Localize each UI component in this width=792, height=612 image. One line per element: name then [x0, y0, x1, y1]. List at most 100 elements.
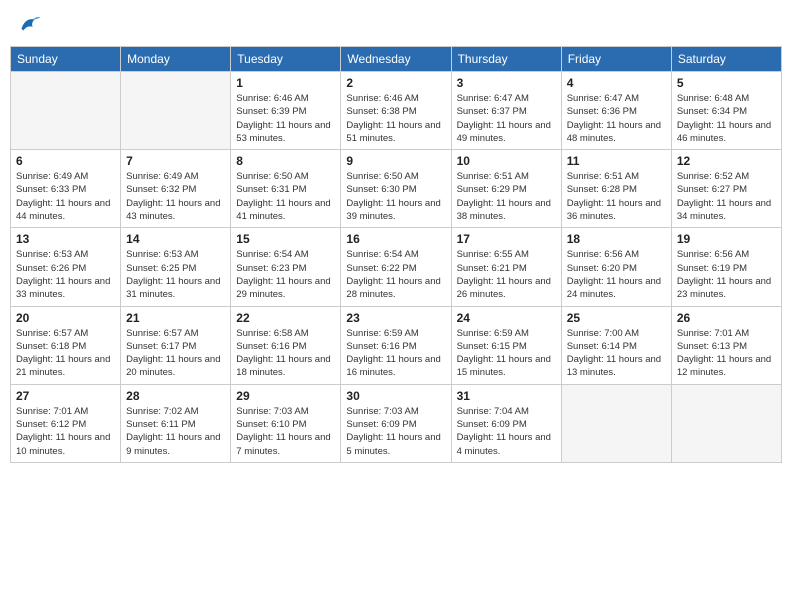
calendar-day-cell: 24 Sunrise: 6:59 AMSunset: 6:15 PMDayligh… — [451, 306, 561, 384]
day-number: 20 — [16, 311, 115, 325]
calendar-day-cell: 2 Sunrise: 6:46 AMSunset: 6:38 PMDaylight… — [341, 72, 451, 150]
day-number: 28 — [126, 389, 225, 403]
day-info: Sunrise: 6:53 AMSunset: 6:25 PMDaylight:… — [126, 248, 225, 301]
day-number: 13 — [16, 232, 115, 246]
day-number: 22 — [236, 311, 335, 325]
calendar-day-cell: 27 Sunrise: 7:01 AMSunset: 6:12 PMDayligh… — [11, 384, 121, 462]
day-number: 27 — [16, 389, 115, 403]
calendar-week-row: 6 Sunrise: 6:49 AMSunset: 6:33 PMDaylight… — [11, 150, 782, 228]
calendar-day-cell: 14 Sunrise: 6:53 AMSunset: 6:25 PMDayligh… — [121, 228, 231, 306]
logo-bird-icon — [14, 10, 42, 38]
day-info: Sunrise: 7:01 AMSunset: 6:12 PMDaylight:… — [16, 405, 115, 458]
calendar-day-cell: 25Sunrise: 7:00 AMSunset: 6:14 PMDayligh… — [561, 306, 671, 384]
calendar-week-row: 13 Sunrise: 6:53 AMSunset: 6:26 PMDayligh… — [11, 228, 782, 306]
day-number: 24 — [457, 311, 556, 325]
calendar-day-cell: 9 Sunrise: 6:50 AMSunset: 6:30 PMDaylight… — [341, 150, 451, 228]
calendar-day-cell: 15 Sunrise: 6:54 AMSunset: 6:23 PMDayligh… — [231, 228, 341, 306]
calendar-day-cell: 17 Sunrise: 6:55 AMSunset: 6:21 PMDayligh… — [451, 228, 561, 306]
day-number: 14 — [126, 232, 225, 246]
calendar-day-cell — [671, 384, 781, 462]
calendar-day-header: Thursday — [451, 47, 561, 72]
day-info: Sunrise: 6:50 AMSunset: 6:31 PMDaylight:… — [236, 170, 335, 223]
calendar-day-cell: 30 Sunrise: 7:03 AMSunset: 6:09 PMDayligh… — [341, 384, 451, 462]
calendar-week-row: 1 Sunrise: 6:46 AMSunset: 6:39 PMDaylight… — [11, 72, 782, 150]
day-info: Sunrise: 6:56 AMSunset: 6:20 PMDaylight:… — [567, 248, 666, 301]
day-info: Sunrise: 7:04 AMSunset: 6:09 PMDaylight:… — [457, 405, 556, 458]
day-info: Sunrise: 6:54 AMSunset: 6:23 PMDaylight:… — [236, 248, 335, 301]
calendar-day-header: Sunday — [11, 47, 121, 72]
calendar-week-row: 20Sunrise: 6:57 AMSunset: 6:18 PMDayligh… — [11, 306, 782, 384]
calendar-day-cell — [11, 72, 121, 150]
calendar-day-cell: 6 Sunrise: 6:49 AMSunset: 6:33 PMDaylight… — [11, 150, 121, 228]
calendar-day-cell — [121, 72, 231, 150]
day-info: Sunrise: 6:47 AMSunset: 6:36 PMDaylight:… — [567, 92, 666, 145]
day-info: Sunrise: 6:59 AMSunset: 6:15 PMDaylight:… — [457, 327, 556, 380]
day-info: Sunrise: 6:50 AMSunset: 6:30 PMDaylight:… — [346, 170, 445, 223]
calendar-day-cell: 16Sunrise: 6:54 AMSunset: 6:22 PMDayligh… — [341, 228, 451, 306]
day-number: 8 — [236, 154, 335, 168]
day-number: 2 — [346, 76, 445, 90]
day-info: Sunrise: 7:03 AMSunset: 6:09 PMDaylight:… — [346, 405, 445, 458]
calendar-day-cell: 8 Sunrise: 6:50 AMSunset: 6:31 PMDaylight… — [231, 150, 341, 228]
day-number: 29 — [236, 389, 335, 403]
calendar-day-cell: 18 Sunrise: 6:56 AMSunset: 6:20 PMDayligh… — [561, 228, 671, 306]
day-number: 4 — [567, 76, 666, 90]
day-number: 17 — [457, 232, 556, 246]
logo — [14, 10, 46, 38]
day-info: Sunrise: 6:46 AMSunset: 6:39 PMDaylight:… — [236, 92, 335, 145]
calendar-day-cell: 3 Sunrise: 6:47 AMSunset: 6:37 PMDaylight… — [451, 72, 561, 150]
calendar-header-row: SundayMondayTuesdayWednesdayThursdayFrid… — [11, 47, 782, 72]
day-number: 25 — [567, 311, 666, 325]
calendar-day-cell: 23Sunrise: 6:59 AMSunset: 6:16 PMDayligh… — [341, 306, 451, 384]
day-info: Sunrise: 6:47 AMSunset: 6:37 PMDaylight:… — [457, 92, 556, 145]
day-info: Sunrise: 6:55 AMSunset: 6:21 PMDaylight:… — [457, 248, 556, 301]
day-number: 9 — [346, 154, 445, 168]
day-info: Sunrise: 7:03 AMSunset: 6:10 PMDaylight:… — [236, 405, 335, 458]
day-info: Sunrise: 6:51 AMSunset: 6:28 PMDaylight:… — [567, 170, 666, 223]
day-number: 3 — [457, 76, 556, 90]
day-number: 5 — [677, 76, 776, 90]
page-header — [10, 10, 782, 38]
day-info: Sunrise: 6:49 AMSunset: 6:32 PMDaylight:… — [126, 170, 225, 223]
day-number: 30 — [346, 389, 445, 403]
calendar-day-header: Monday — [121, 47, 231, 72]
day-info: Sunrise: 6:58 AMSunset: 6:16 PMDaylight:… — [236, 327, 335, 380]
day-number: 18 — [567, 232, 666, 246]
calendar-table: SundayMondayTuesdayWednesdayThursdayFrid… — [10, 46, 782, 463]
calendar-day-cell — [561, 384, 671, 462]
day-info: Sunrise: 6:57 AMSunset: 6:17 PMDaylight:… — [126, 327, 225, 380]
day-number: 10 — [457, 154, 556, 168]
day-number: 11 — [567, 154, 666, 168]
day-number: 31 — [457, 389, 556, 403]
day-info: Sunrise: 6:53 AMSunset: 6:26 PMDaylight:… — [16, 248, 115, 301]
day-info: Sunrise: 6:52 AMSunset: 6:27 PMDaylight:… — [677, 170, 776, 223]
calendar-day-cell: 21 Sunrise: 6:57 AMSunset: 6:17 PMDayligh… — [121, 306, 231, 384]
calendar-day-cell: 10 Sunrise: 6:51 AMSunset: 6:29 PMDayligh… — [451, 150, 561, 228]
calendar-day-cell: 22 Sunrise: 6:58 AMSunset: 6:16 PMDayligh… — [231, 306, 341, 384]
calendar-day-cell: 26Sunrise: 7:01 AMSunset: 6:13 PMDayligh… — [671, 306, 781, 384]
day-number: 15 — [236, 232, 335, 246]
day-info: Sunrise: 6:54 AMSunset: 6:22 PMDaylight:… — [346, 248, 445, 301]
day-info: Sunrise: 7:01 AMSunset: 6:13 PMDaylight:… — [677, 327, 776, 380]
calendar-day-cell: 7 Sunrise: 6:49 AMSunset: 6:32 PMDaylight… — [121, 150, 231, 228]
calendar-day-cell: 20Sunrise: 6:57 AMSunset: 6:18 PMDayligh… — [11, 306, 121, 384]
day-number: 7 — [126, 154, 225, 168]
calendar-day-header: Tuesday — [231, 47, 341, 72]
calendar-day-cell: 12Sunrise: 6:52 AMSunset: 6:27 PMDayligh… — [671, 150, 781, 228]
day-number: 21 — [126, 311, 225, 325]
day-info: Sunrise: 6:46 AMSunset: 6:38 PMDaylight:… — [346, 92, 445, 145]
calendar-week-row: 27 Sunrise: 7:01 AMSunset: 6:12 PMDayligh… — [11, 384, 782, 462]
calendar-day-header: Wednesday — [341, 47, 451, 72]
calendar-day-cell: 13 Sunrise: 6:53 AMSunset: 6:26 PMDayligh… — [11, 228, 121, 306]
calendar-day-header: Saturday — [671, 47, 781, 72]
calendar-day-cell: 31 Sunrise: 7:04 AMSunset: 6:09 PMDayligh… — [451, 384, 561, 462]
day-number: 6 — [16, 154, 115, 168]
day-info: Sunrise: 6:49 AMSunset: 6:33 PMDaylight:… — [16, 170, 115, 223]
day-info: Sunrise: 6:51 AMSunset: 6:29 PMDaylight:… — [457, 170, 556, 223]
calendar-day-cell: 19Sunrise: 6:56 AMSunset: 6:19 PMDayligh… — [671, 228, 781, 306]
calendar-day-cell: 5Sunrise: 6:48 AMSunset: 6:34 PMDaylight… — [671, 72, 781, 150]
day-info: Sunrise: 7:02 AMSunset: 6:11 PMDaylight:… — [126, 405, 225, 458]
day-number: 1 — [236, 76, 335, 90]
calendar-day-cell: 29 Sunrise: 7:03 AMSunset: 6:10 PMDayligh… — [231, 384, 341, 462]
day-info: Sunrise: 6:59 AMSunset: 6:16 PMDaylight:… — [346, 327, 445, 380]
